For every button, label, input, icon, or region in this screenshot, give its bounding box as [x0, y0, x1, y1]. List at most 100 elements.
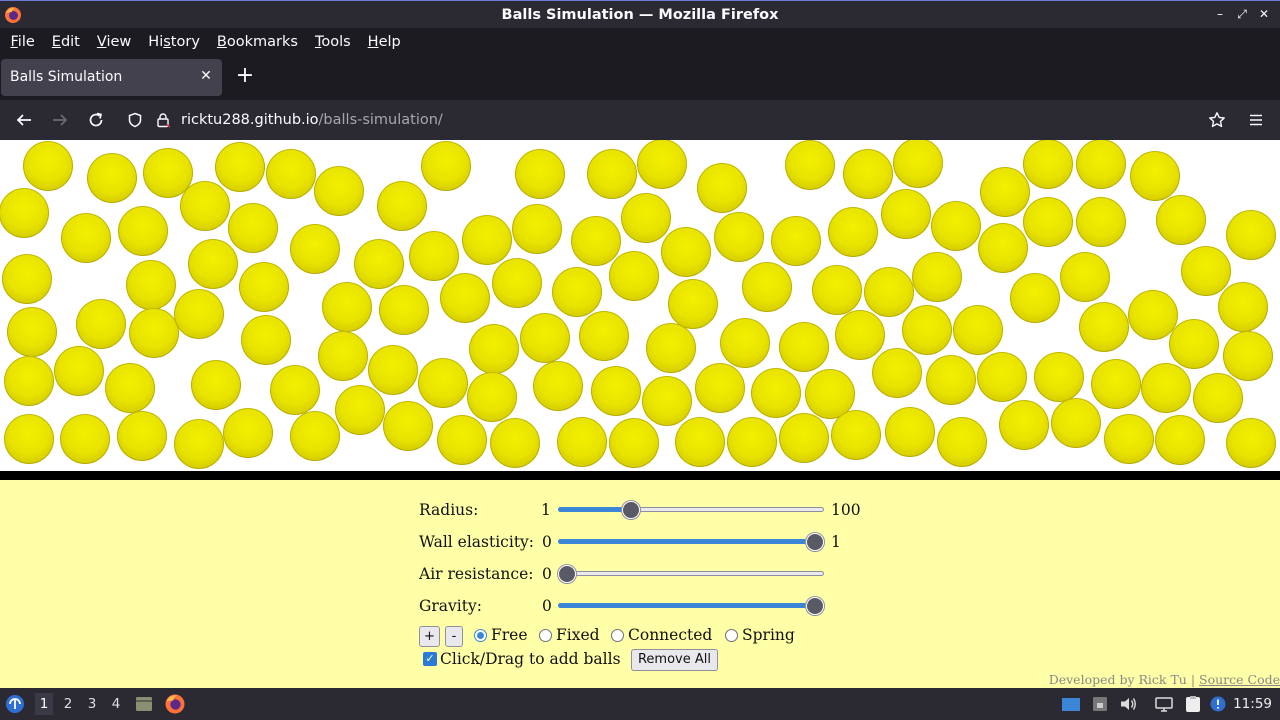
ball[interactable] [191, 360, 241, 410]
mode-free-label[interactable]: Free [491, 626, 528, 644]
ball[interactable] [129, 308, 179, 358]
ball[interactable] [1156, 195, 1206, 245]
bookmark-star-icon[interactable] [1205, 108, 1229, 132]
wall-elasticity-slider[interactable] [558, 533, 824, 551]
menu-history[interactable]: History [140, 34, 209, 50]
ball[interactable] [828, 207, 878, 257]
ball[interactable] [1169, 319, 1219, 369]
firefox-taskbar-icon[interactable] [164, 693, 186, 715]
close-window-button[interactable]: ✕ [1256, 5, 1272, 23]
ball[interactable] [872, 348, 922, 398]
menu-help[interactable]: Help [359, 34, 409, 50]
mode-connected-radio[interactable] [611, 629, 624, 642]
ball[interactable] [490, 418, 540, 468]
air-resistance-slider[interactable] [558, 565, 824, 583]
menu-bookmarks[interactable]: Bookmarks [208, 34, 306, 50]
back-arrow-icon[interactable] [12, 108, 36, 132]
url-bar[interactable]: ricktu288.github.io/balls-simulation/ [118, 104, 1236, 136]
ball[interactable] [1023, 197, 1073, 247]
ball[interactable] [893, 140, 943, 188]
ball[interactable] [579, 311, 629, 361]
ball[interactable] [520, 313, 570, 363]
ball[interactable] [492, 258, 542, 308]
lock-screen-icon[interactable] [1091, 695, 1109, 713]
update-notifier-icon[interactable] [1209, 695, 1227, 713]
remove-ball-button[interactable]: - [445, 626, 463, 647]
ball[interactable] [409, 231, 459, 281]
ball[interactable] [661, 227, 711, 277]
ball[interactable] [368, 345, 418, 395]
ball[interactable] [843, 149, 893, 199]
ball[interactable] [1155, 415, 1205, 465]
ball[interactable] [223, 408, 273, 458]
ball[interactable] [335, 385, 385, 435]
drag-add-label[interactable]: Click/Drag to add balls [440, 650, 621, 668]
ball[interactable] [1226, 210, 1276, 260]
window-list-icon[interactable] [1061, 695, 1081, 713]
ball[interactable] [831, 410, 881, 460]
ball[interactable] [290, 224, 340, 274]
ball[interactable] [742, 262, 792, 312]
ball[interactable] [1023, 140, 1073, 189]
ball[interactable] [1141, 363, 1191, 413]
volume-icon[interactable] [1119, 695, 1137, 713]
network-icon[interactable] [1154, 695, 1174, 713]
ball[interactable] [23, 141, 73, 191]
gravity-slider-thumb[interactable] [806, 597, 824, 615]
ball[interactable] [621, 193, 671, 243]
ball[interactable] [318, 331, 368, 381]
ball[interactable] [714, 212, 764, 262]
ball[interactable] [4, 356, 54, 406]
ball[interactable] [751, 368, 801, 418]
ball[interactable] [1076, 140, 1126, 189]
ball[interactable] [695, 363, 745, 413]
ball[interactable] [228, 203, 278, 253]
ball[interactable] [977, 352, 1027, 402]
start-menu-icon[interactable] [5, 694, 25, 714]
ball[interactable] [779, 413, 829, 463]
ball[interactable] [1104, 414, 1154, 464]
ball[interactable] [637, 140, 687, 189]
workspace-4[interactable]: 4 [107, 696, 125, 712]
ball[interactable] [467, 372, 517, 422]
ball[interactable] [980, 167, 1030, 217]
ball[interactable] [512, 204, 562, 254]
reload-icon[interactable] [84, 108, 108, 132]
ball[interactable] [241, 315, 291, 365]
ball[interactable] [937, 417, 987, 467]
mode-spring-label[interactable]: Spring [742, 626, 795, 644]
ball[interactable] [881, 189, 931, 239]
ball[interactable] [174, 419, 224, 469]
ball[interactable] [437, 415, 487, 465]
ball[interactable] [418, 358, 468, 408]
ball[interactable] [76, 299, 126, 349]
ball[interactable] [1181, 246, 1231, 296]
ball[interactable] [835, 310, 885, 360]
ball[interactable] [515, 149, 565, 199]
mode-free-radio[interactable] [474, 629, 487, 642]
mode-fixed-radio[interactable] [539, 629, 552, 642]
ball[interactable] [931, 201, 981, 251]
file-manager-icon[interactable] [134, 694, 154, 714]
ball[interactable] [126, 260, 176, 310]
ball[interactable] [864, 267, 914, 317]
ball[interactable] [557, 417, 607, 467]
ball[interactable] [675, 417, 725, 467]
ball[interactable] [117, 411, 167, 461]
ball[interactable] [290, 411, 340, 461]
ball[interactable] [646, 323, 696, 373]
ball[interactable] [727, 417, 777, 467]
ball[interactable] [978, 223, 1028, 273]
menu-tools[interactable]: Tools [306, 34, 359, 50]
ball[interactable] [609, 418, 659, 468]
clipboard-icon[interactable] [1183, 695, 1203, 713]
ball[interactable] [377, 181, 427, 231]
drag-add-checkbox[interactable]: ✓ [423, 652, 437, 666]
minimize-button[interactable]: – [1212, 5, 1228, 23]
ball[interactable] [1010, 273, 1060, 323]
ball[interactable] [1226, 418, 1276, 468]
mode-spring-radio[interactable] [725, 629, 738, 642]
ball[interactable] [270, 365, 320, 415]
ball[interactable] [469, 324, 519, 374]
gravity-slider[interactable] [558, 597, 824, 615]
